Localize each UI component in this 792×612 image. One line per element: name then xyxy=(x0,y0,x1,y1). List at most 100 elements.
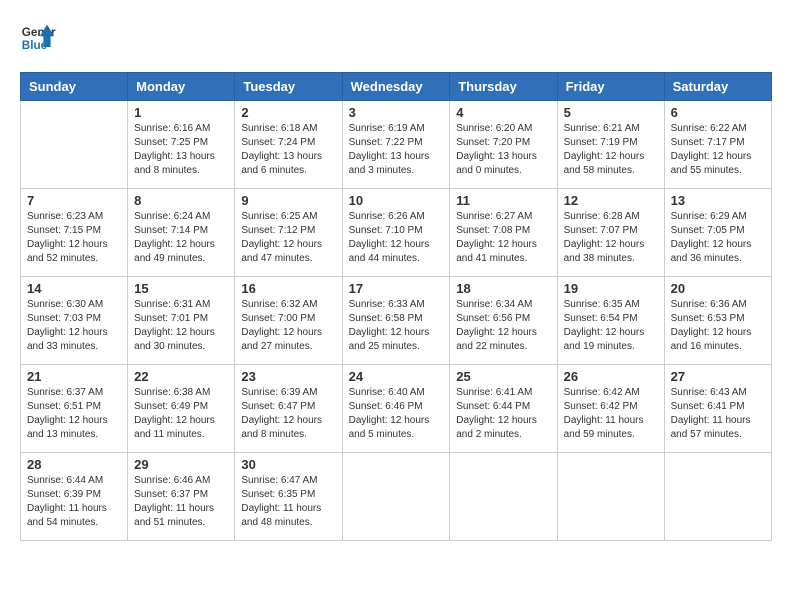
day-info: Sunrise: 6:39 AM Sunset: 6:47 PM Dayligh… xyxy=(241,386,335,442)
day-info: Sunrise: 6:23 AM Sunset: 7:15 PM Dayligh… xyxy=(27,210,121,266)
calendar-cell: 25 Sunrise: 6:41 AM Sunset: 6:44 PM Dayli… xyxy=(450,365,557,453)
calendar-cell: 3 Sunrise: 6:19 AM Sunset: 7:22 PM Daylig… xyxy=(342,101,450,189)
day-number: 28 xyxy=(27,457,121,472)
day-number: 24 xyxy=(349,369,444,384)
calendar-cell: 22 Sunrise: 6:38 AM Sunset: 6:49 PM Dayli… xyxy=(128,365,235,453)
calendar-header-row: SundayMondayTuesdayWednesdayThursdayFrid… xyxy=(21,73,772,101)
day-info: Sunrise: 6:40 AM Sunset: 6:46 PM Dayligh… xyxy=(349,386,444,442)
calendar-header-friday: Friday xyxy=(557,73,664,101)
calendar-cell: 9 Sunrise: 6:25 AM Sunset: 7:12 PM Daylig… xyxy=(235,189,342,277)
calendar-cell: 8 Sunrise: 6:24 AM Sunset: 7:14 PM Daylig… xyxy=(128,189,235,277)
calendar-cell: 15 Sunrise: 6:31 AM Sunset: 7:01 PM Dayli… xyxy=(128,277,235,365)
day-number: 17 xyxy=(349,281,444,296)
day-number: 1 xyxy=(134,105,228,120)
calendar-cell: 6Sunrise: 6:22 AM Sunset: 7:17 PM Daylig… xyxy=(664,101,771,189)
calendar-cell: 18 Sunrise: 6:34 AM Sunset: 6:56 PM Dayli… xyxy=(450,277,557,365)
day-number: 4 xyxy=(456,105,550,120)
calendar-cell: 19 Sunrise: 6:35 AM Sunset: 6:54 PM Dayli… xyxy=(557,277,664,365)
calendar-cell xyxy=(557,453,664,541)
day-info: Sunrise: 6:38 AM Sunset: 6:49 PM Dayligh… xyxy=(134,386,228,442)
day-number: 30 xyxy=(241,457,335,472)
calendar-cell: 5Sunrise: 6:21 AM Sunset: 7:19 PM Daylig… xyxy=(557,101,664,189)
calendar-cell: 24 Sunrise: 6:40 AM Sunset: 6:46 PM Dayli… xyxy=(342,365,450,453)
day-number: 2 xyxy=(241,105,335,120)
calendar-header-wednesday: Wednesday xyxy=(342,73,450,101)
day-info: Sunrise: 6:25 AM Sunset: 7:12 PM Dayligh… xyxy=(241,210,335,266)
day-number: 12 xyxy=(564,193,658,208)
day-info: Sunrise: 6:22 AM Sunset: 7:17 PM Dayligh… xyxy=(671,122,765,178)
page-header: General Blue xyxy=(20,20,772,56)
day-number: 21 xyxy=(27,369,121,384)
calendar-cell: 21 Sunrise: 6:37 AM Sunset: 6:51 PM Dayli… xyxy=(21,365,128,453)
day-info: Sunrise: 6:33 AM Sunset: 6:58 PM Dayligh… xyxy=(349,298,444,354)
day-info: Sunrise: 6:32 AM Sunset: 7:00 PM Dayligh… xyxy=(241,298,335,354)
calendar-cell: 1 Sunrise: 6:16 AM Sunset: 7:25 PM Daylig… xyxy=(128,101,235,189)
day-number: 25 xyxy=(456,369,550,384)
day-number: 18 xyxy=(456,281,550,296)
day-info: Sunrise: 6:35 AM Sunset: 6:54 PM Dayligh… xyxy=(564,298,658,354)
day-info: Sunrise: 6:24 AM Sunset: 7:14 PM Dayligh… xyxy=(134,210,228,266)
day-info: Sunrise: 6:21 AM Sunset: 7:19 PM Dayligh… xyxy=(564,122,658,178)
calendar-cell xyxy=(342,453,450,541)
day-info: Sunrise: 6:43 AM Sunset: 6:41 PM Dayligh… xyxy=(671,386,765,442)
day-number: 19 xyxy=(564,281,658,296)
day-number: 23 xyxy=(241,369,335,384)
calendar-header-saturday: Saturday xyxy=(664,73,771,101)
day-number: 13 xyxy=(671,193,765,208)
calendar-header-monday: Monday xyxy=(128,73,235,101)
day-info: Sunrise: 6:41 AM Sunset: 6:44 PM Dayligh… xyxy=(456,386,550,442)
calendar-cell: 16Sunrise: 6:32 AM Sunset: 7:00 PM Dayli… xyxy=(235,277,342,365)
day-info: Sunrise: 6:26 AM Sunset: 7:10 PM Dayligh… xyxy=(349,210,444,266)
day-number: 27 xyxy=(671,369,765,384)
day-number: 7 xyxy=(27,193,121,208)
day-info: Sunrise: 6:34 AM Sunset: 6:56 PM Dayligh… xyxy=(456,298,550,354)
calendar-table: SundayMondayTuesdayWednesdayThursdayFrid… xyxy=(20,72,772,541)
calendar-header-sunday: Sunday xyxy=(21,73,128,101)
calendar-cell: 26Sunrise: 6:42 AM Sunset: 6:42 PM Dayli… xyxy=(557,365,664,453)
day-info: Sunrise: 6:30 AM Sunset: 7:03 PM Dayligh… xyxy=(27,298,121,354)
calendar-cell: 13 Sunrise: 6:29 AM Sunset: 7:05 PM Dayli… xyxy=(664,189,771,277)
week-row-1: 1 Sunrise: 6:16 AM Sunset: 7:25 PM Daylig… xyxy=(21,101,772,189)
day-info: Sunrise: 6:42 AM Sunset: 6:42 PM Dayligh… xyxy=(564,386,658,442)
calendar-cell: 29 Sunrise: 6:46 AM Sunset: 6:37 PM Dayli… xyxy=(128,453,235,541)
calendar-cell xyxy=(664,453,771,541)
day-info: Sunrise: 6:20 AM Sunset: 7:20 PM Dayligh… xyxy=(456,122,550,178)
day-info: Sunrise: 6:18 AM Sunset: 7:24 PM Dayligh… xyxy=(241,122,335,178)
day-info: Sunrise: 6:47 AM Sunset: 6:35 PM Dayligh… xyxy=(241,474,335,530)
calendar-cell: 20Sunrise: 6:36 AM Sunset: 6:53 PM Dayli… xyxy=(664,277,771,365)
logo: General Blue xyxy=(20,20,62,56)
week-row-3: 14 Sunrise: 6:30 AM Sunset: 7:03 PM Dayli… xyxy=(21,277,772,365)
day-number: 14 xyxy=(27,281,121,296)
day-info: Sunrise: 6:31 AM Sunset: 7:01 PM Dayligh… xyxy=(134,298,228,354)
day-number: 20 xyxy=(671,281,765,296)
day-number: 11 xyxy=(456,193,550,208)
week-row-4: 21 Sunrise: 6:37 AM Sunset: 6:51 PM Dayli… xyxy=(21,365,772,453)
calendar-cell: 2 Sunrise: 6:18 AM Sunset: 7:24 PM Daylig… xyxy=(235,101,342,189)
calendar-cell: 28Sunrise: 6:44 AM Sunset: 6:39 PM Dayli… xyxy=(21,453,128,541)
day-info: Sunrise: 6:16 AM Sunset: 7:25 PM Dayligh… xyxy=(134,122,228,178)
day-number: 15 xyxy=(134,281,228,296)
week-row-5: 28Sunrise: 6:44 AM Sunset: 6:39 PM Dayli… xyxy=(21,453,772,541)
day-info: Sunrise: 6:37 AM Sunset: 6:51 PM Dayligh… xyxy=(27,386,121,442)
calendar-header-thursday: Thursday xyxy=(450,73,557,101)
day-number: 3 xyxy=(349,105,444,120)
calendar-cell: 30 Sunrise: 6:47 AM Sunset: 6:35 PM Dayli… xyxy=(235,453,342,541)
calendar-cell: 10 Sunrise: 6:26 AM Sunset: 7:10 PM Dayli… xyxy=(342,189,450,277)
calendar-cell: 11Sunrise: 6:27 AM Sunset: 7:08 PM Dayli… xyxy=(450,189,557,277)
day-number: 8 xyxy=(134,193,228,208)
calendar-cell: 27 Sunrise: 6:43 AM Sunset: 6:41 PM Dayli… xyxy=(664,365,771,453)
day-info: Sunrise: 6:46 AM Sunset: 6:37 PM Dayligh… xyxy=(134,474,228,530)
day-info: Sunrise: 6:29 AM Sunset: 7:05 PM Dayligh… xyxy=(671,210,765,266)
logo-icon: General Blue xyxy=(20,20,56,56)
calendar-cell xyxy=(21,101,128,189)
day-number: 29 xyxy=(134,457,228,472)
calendar-header-tuesday: Tuesday xyxy=(235,73,342,101)
calendar-cell: 7 Sunrise: 6:23 AM Sunset: 7:15 PM Daylig… xyxy=(21,189,128,277)
day-number: 10 xyxy=(349,193,444,208)
calendar-cell xyxy=(450,453,557,541)
calendar-cell: 4 Sunrise: 6:20 AM Sunset: 7:20 PM Daylig… xyxy=(450,101,557,189)
day-number: 22 xyxy=(134,369,228,384)
day-info: Sunrise: 6:19 AM Sunset: 7:22 PM Dayligh… xyxy=(349,122,444,178)
day-number: 9 xyxy=(241,193,335,208)
calendar-cell: 14 Sunrise: 6:30 AM Sunset: 7:03 PM Dayli… xyxy=(21,277,128,365)
